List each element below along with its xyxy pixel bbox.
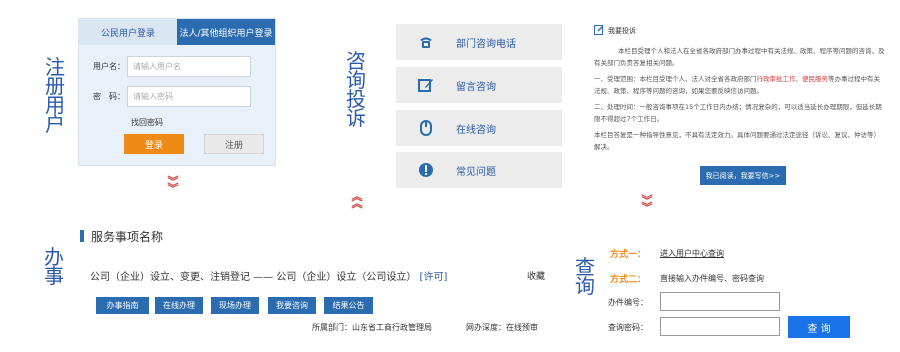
mouse-icon [396, 120, 456, 136]
service-consult-button[interactable]: 我要咨询 [268, 297, 316, 314]
method1-label: 方式一： [610, 250, 647, 260]
method2-text: 直接输入办件编号、密码查询 [660, 274, 764, 283]
read-and-write-button[interactable]: 我已阅读，我要写信>> [700, 166, 786, 185]
complaint-note: 本栏目答复是一种指导性意见，不具有法定效力。具体问题要通过法定途径（诉讼、复议、… [594, 131, 880, 151]
consult-item-label: 留言咨询 [456, 81, 496, 93]
register-button[interactable]: 注册 [204, 134, 264, 154]
tab-personal-login[interactable]: 公民用户登录 [79, 19, 177, 45]
login-button[interactable]: 登录 [124, 134, 184, 154]
section-register-label: 注册用户 [45, 55, 65, 136]
service-dept: 所属部门：山东省工商行政管理局 [312, 323, 432, 332]
consult-item-label: 在线咨询 [456, 124, 496, 136]
service-heading: 服务事项名称 [91, 230, 164, 244]
complaint-scope: 一、受理范围：本栏目受理个人、法人对全省各政府部门行政审批工作、便民服务等办事过… [594, 75, 880, 95]
service-result-button[interactable]: 结果公告 [324, 297, 373, 314]
section-query-label: 查询 [575, 255, 595, 298]
alert-icon [396, 162, 456, 178]
service-guide-button[interactable]: 办事指南 [96, 297, 149, 314]
query-password-input[interactable] [660, 317, 780, 336]
query-button[interactable]: 查 询 [788, 316, 850, 338]
complaint-icon [594, 25, 604, 37]
tab-corporate-login[interactable]: 法人/其他组织用户登录 [177, 19, 275, 45]
consult-faq-button[interactable]: 常见问题 [396, 152, 562, 188]
complaint-intro: 本栏目受理个人和法人在全省各政府部门办事过程中有关法规、政策、程序等问题的咨询，… [594, 47, 885, 67]
query-password-label: 查询密码： [608, 323, 648, 332]
consult-item-label: 常见问题 [456, 166, 496, 178]
password-label: 密 码： [93, 92, 125, 101]
service-depth: 网办深度：在线预审 [466, 323, 538, 332]
heading-marker [80, 230, 84, 242]
collect-link[interactable]: 收藏 [527, 269, 545, 282]
service-onsite-button[interactable]: 现场办理 [211, 297, 259, 314]
chevron-down-icon[interactable]: ︾ ︾ [640, 195, 654, 213]
method2-label: 方式二： [610, 275, 647, 285]
consult-message-button[interactable]: 留言咨询 [396, 67, 562, 103]
complaint-time: 二、处理时间：一般咨询事项在15个工作日内办结；情况复杂的，可以适当延长办理期限… [594, 103, 882, 123]
user-center-link[interactable]: 进入用户中心查询 [660, 248, 724, 259]
phone-icon [396, 35, 456, 49]
password-input[interactable]: 请输入密码 [127, 86, 251, 107]
case-number-input[interactable] [660, 292, 780, 311]
permit-tag: [许可] [419, 272, 448, 283]
username-label: 用户名： [93, 62, 125, 71]
forgot-password-link[interactable]: 找回密码 [131, 117, 163, 128]
edit-icon [396, 78, 456, 92]
chevron-down-icon[interactable]: ︾ ︾ [166, 176, 180, 194]
complaint-title: 我要投诉 [608, 27, 636, 35]
chevron-up-icon[interactable]: ︽ ︽ [350, 191, 364, 209]
consult-item-label: 部门咨询电话 [456, 38, 516, 50]
number-label: 办件编号： [608, 298, 648, 307]
service-item-title[interactable]: 公司（企业）设立、变更、注销登记 —— 公司（企业）设立（公司设立） [许可] [90, 268, 447, 283]
section-handle-label: 办事 [44, 245, 64, 288]
login-panel: 公民用户登录 法人/其他组织用户登录 用户名： 请输入用户名 密 码： 请输入密… [78, 18, 276, 166]
service-online-button[interactable]: 在线办理 [155, 297, 203, 314]
section-consult-label: 咨询投诉 [346, 49, 366, 130]
username-input[interactable]: 请输入用户名 [127, 56, 251, 77]
consult-phone-button[interactable]: 部门咨询电话 [396, 24, 562, 60]
consult-online-button[interactable]: 在线咨询 [396, 110, 562, 146]
